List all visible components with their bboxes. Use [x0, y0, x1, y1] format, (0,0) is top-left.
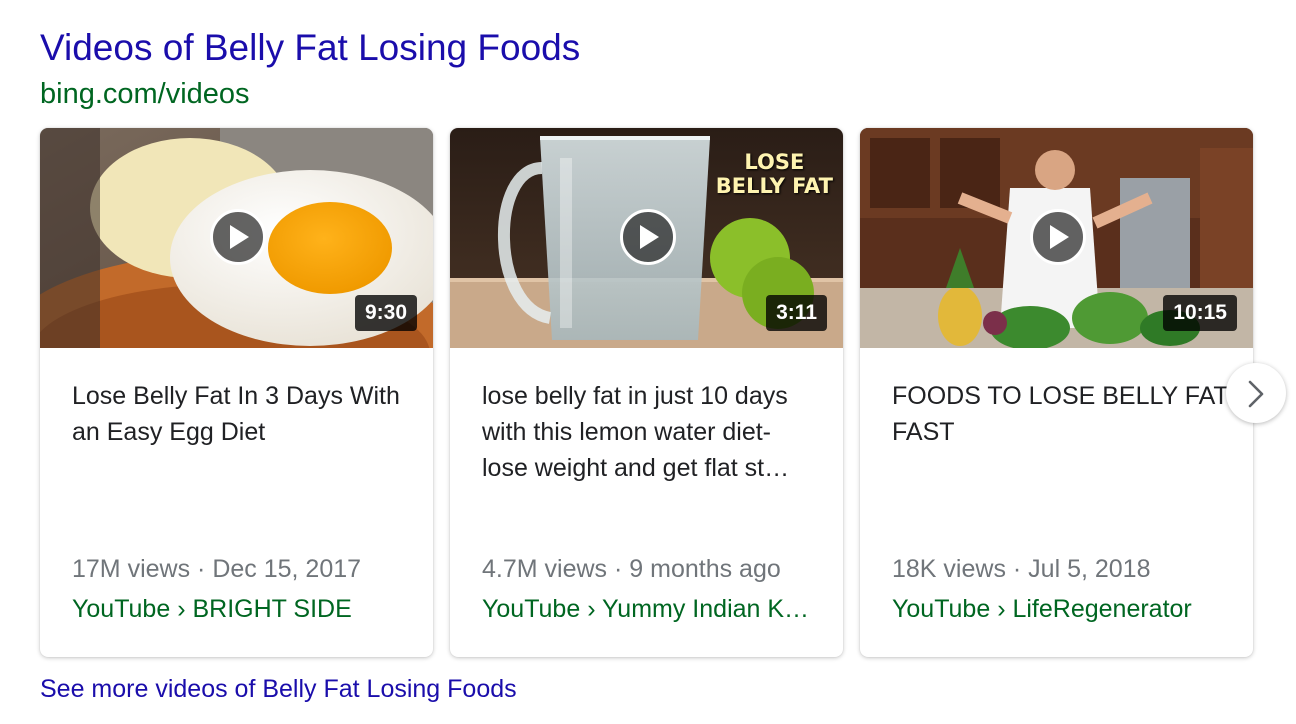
view-count: 18K views — [892, 555, 1006, 583]
carousel-next-button[interactable] — [1226, 363, 1286, 423]
video-card[interactable]: 9:30 Lose Belly Fat In 3 Days With an Ea… — [40, 128, 433, 657]
section-title-link[interactable]: Videos of Belly Fat Losing Foods — [40, 26, 580, 70]
duration-badge: 10:15 — [1163, 295, 1237, 331]
video-stats: 4.7M views · 9 months ago — [482, 552, 781, 586]
video-thumbnail[interactable]: 9:30 — [40, 128, 433, 348]
upload-date: 9 months ago — [629, 555, 781, 583]
platform-name: YouTube — [892, 595, 991, 623]
channel-breadcrumb[interactable]: YouTube › BRIGHT SIDE — [72, 592, 417, 626]
video-thumbnail[interactable]: 10:15 — [860, 128, 1253, 348]
video-card[interactable]: LOSE BELLY FAT 3:11 lose belly fat in ju… — [450, 128, 843, 657]
duration-badge: 3:11 — [766, 295, 827, 331]
video-title[interactable]: Lose Belly Fat In 3 Days With an Easy Eg… — [72, 378, 412, 486]
video-results-section: Videos of Belly Fat Losing Foods bing.co… — [0, 0, 1296, 724]
thumbnail-caption: LOSE BELLY FAT — [716, 150, 833, 198]
see-more-videos-link[interactable]: See more videos of Belly Fat Losing Food… — [40, 672, 517, 706]
play-button[interactable] — [620, 209, 676, 265]
channel-breadcrumb[interactable]: YouTube › LifeRegenerator — [892, 592, 1237, 626]
play-button[interactable] — [1030, 209, 1086, 265]
thumbnail-caption-line: LOSE — [744, 150, 805, 174]
platform-name: YouTube — [72, 595, 171, 623]
play-icon — [230, 225, 249, 249]
breadcrumb-separator: › — [170, 595, 193, 623]
breadcrumb-separator: › — [990, 595, 1013, 623]
channel-name: Yummy Indian K… — [602, 595, 810, 623]
separator: · — [1005, 555, 1029, 583]
video-thumbnail[interactable]: LOSE BELLY FAT 3:11 — [450, 128, 843, 348]
thumbnail-caption-line: BELLY FAT — [715, 174, 833, 198]
play-icon — [1050, 225, 1069, 249]
video-title[interactable]: lose belly fat in just 10 days with this… — [482, 378, 822, 486]
breadcrumb-separator: › — [580, 595, 603, 623]
chevron-right-icon — [1248, 380, 1264, 408]
view-count: 17M views — [72, 555, 191, 583]
separator: · — [190, 555, 213, 583]
play-icon — [640, 225, 659, 249]
platform-name: YouTube — [482, 595, 581, 623]
video-stats: 18K views · Jul 5, 2018 — [892, 552, 1151, 586]
channel-name: BRIGHT SIDE — [192, 595, 352, 623]
source-url: bing.com/videos — [40, 78, 250, 110]
upload-date: Jul 5, 2018 — [1028, 555, 1151, 583]
upload-date: Dec 15, 2017 — [212, 555, 362, 583]
video-stats: 17M views · Dec 15, 2017 — [72, 552, 361, 586]
channel-name: LifeRegenerator — [1012, 595, 1192, 623]
video-carousel: 9:30 Lose Belly Fat In 3 Days With an Ea… — [40, 128, 1260, 658]
video-card[interactable]: 10:15 FOODS TO LOSE BELLY FAT FAST 18K v… — [860, 128, 1253, 657]
play-button[interactable] — [210, 209, 266, 265]
channel-breadcrumb[interactable]: YouTube › Yummy Indian K… — [482, 592, 827, 626]
duration-badge: 9:30 — [354, 295, 417, 331]
separator: · — [607, 555, 630, 583]
video-title[interactable]: FOODS TO LOSE BELLY FAT FAST — [892, 378, 1232, 486]
view-count: 4.7M views — [482, 555, 608, 583]
